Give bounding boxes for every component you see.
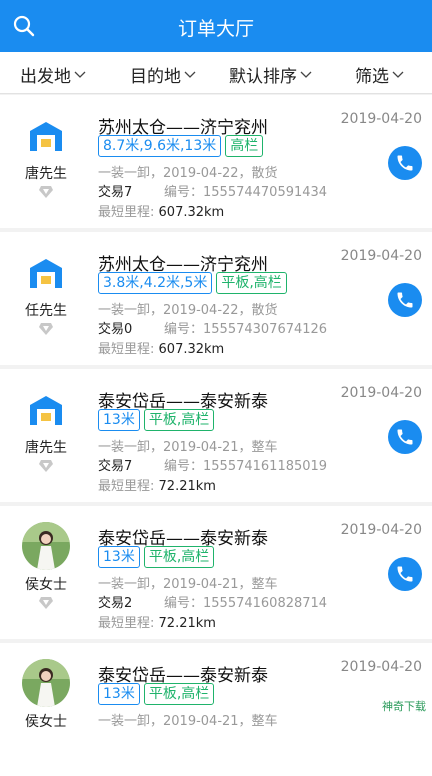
truck-length-tag: 3.8米,4.2米,5米 [98, 272, 212, 294]
call-button[interactable] [388, 146, 422, 180]
call-button[interactable] [388, 283, 422, 317]
call-button[interactable] [388, 557, 422, 591]
watermark: 神奇下载 [382, 698, 426, 714]
warehouse-icon [28, 256, 64, 292]
verified-badge-icon [38, 322, 54, 336]
order-code: 编号：155574307674126 [164, 322, 327, 337]
order-date: 2019-04-20 [341, 385, 422, 401]
truck-length-tag: 13米 [98, 683, 140, 705]
distance-label: 最短里程: [98, 479, 154, 494]
order-code: 编号：155574470591434 [164, 185, 327, 200]
truck-type-tag: 平板,高栏 [144, 409, 214, 431]
deal-count: 交易2 [98, 592, 164, 611]
page-title: 订单大厅 [0, 14, 432, 41]
load-info: 一装一卸，2019-04-21，整车 [98, 573, 278, 592]
distance-value: 607.32km [159, 205, 225, 220]
order-date: 2019-04-20 [341, 522, 422, 538]
order-card[interactable]: 唐先生 苏州太仓——济宁兖州 2019-04-20 8.7米,9.6米,13米 … [0, 95, 432, 228]
phone-icon [395, 290, 415, 310]
verified-badge-icon [38, 459, 54, 473]
chevron-down-icon [184, 69, 196, 81]
truck-type-tag: 平板,高栏 [144, 546, 214, 568]
filter-sort[interactable]: 默认排序 [229, 62, 312, 87]
deal-count: 交易7 [98, 181, 164, 200]
warehouse-icon [28, 393, 64, 429]
owner-name: 侯女士 [0, 574, 92, 594]
call-button[interactable] [388, 420, 422, 454]
order-card[interactable]: 侯女士 泰安岱岳——泰安新泰 2019-04-20 13米 平板,高栏 一装一卸… [0, 643, 432, 776]
order-card[interactable]: 任先生 苏州太仓——济宁兖州 2019-04-20 3.8米,4.2米,5米 平… [0, 232, 432, 365]
truck-type-tag: 高栏 [225, 135, 263, 157]
filter-origin-label: 出发地 [20, 62, 71, 87]
verified-badge-icon [38, 185, 54, 199]
filter-screen[interactable]: 筛选 [355, 62, 404, 87]
truck-type-tag: 平板,高栏 [216, 272, 286, 294]
truck-length-tag: 13米 [98, 409, 140, 431]
filter-screen-label: 筛选 [355, 62, 389, 87]
filter-bar: 出发地 目的地 默认排序 筛选 [0, 52, 432, 94]
order-code: 编号：155574161185019 [164, 459, 327, 474]
verified-badge-icon [38, 596, 54, 610]
filter-destination-label: 目的地 [130, 62, 181, 87]
load-info: 一装一卸，2019-04-21，整车 [98, 436, 278, 455]
filter-sort-label: 默认排序 [229, 62, 297, 87]
owner-name: 任先生 [0, 300, 92, 320]
chevron-down-icon [392, 69, 404, 81]
warehouse-icon [28, 119, 64, 155]
truck-length-tag: 8.7米,9.6米,13米 [98, 135, 221, 157]
truck-length-tag: 13米 [98, 546, 140, 568]
distance-label: 最短里程: [98, 205, 154, 220]
order-card[interactable]: 侯女士 泰安岱岳——泰安新泰 2019-04-20 13米 平板,高栏 一装一卸… [0, 506, 432, 639]
load-info: 一装一卸，2019-04-22，散货 [98, 299, 278, 318]
order-date: 2019-04-20 [341, 659, 422, 675]
distance-value: 72.21km [159, 479, 216, 494]
owner-name: 唐先生 [0, 437, 92, 457]
chevron-down-icon [300, 69, 312, 81]
load-info: 一装一卸，2019-04-22，散货 [98, 162, 278, 181]
app-header: 订单大厅 [0, 0, 432, 52]
owner-name: 侯女士 [0, 711, 92, 731]
deal-count: 交易0 [98, 318, 164, 337]
distance-value: 72.21km [159, 616, 216, 631]
user-photo [22, 659, 70, 707]
distance-label: 最短里程: [98, 342, 154, 357]
phone-icon [395, 564, 415, 584]
filter-origin[interactable]: 出发地 [20, 62, 86, 87]
phone-icon [395, 153, 415, 173]
order-card[interactable]: 唐先生 泰安岱岳——泰安新泰 2019-04-20 13米 平板,高栏 一装一卸… [0, 369, 432, 502]
phone-icon [395, 427, 415, 447]
filter-destination[interactable]: 目的地 [130, 62, 196, 87]
chevron-down-icon [74, 69, 86, 81]
deal-count: 交易7 [98, 455, 164, 474]
distance-value: 607.32km [159, 342, 225, 357]
distance-label: 最短里程: [98, 616, 154, 631]
order-code: 编号：155574160828714 [164, 596, 327, 611]
order-date: 2019-04-20 [341, 248, 422, 264]
truck-type-tag: 平板,高栏 [144, 683, 214, 705]
user-photo [22, 522, 70, 570]
order-date: 2019-04-20 [341, 111, 422, 127]
owner-name: 唐先生 [0, 163, 92, 183]
